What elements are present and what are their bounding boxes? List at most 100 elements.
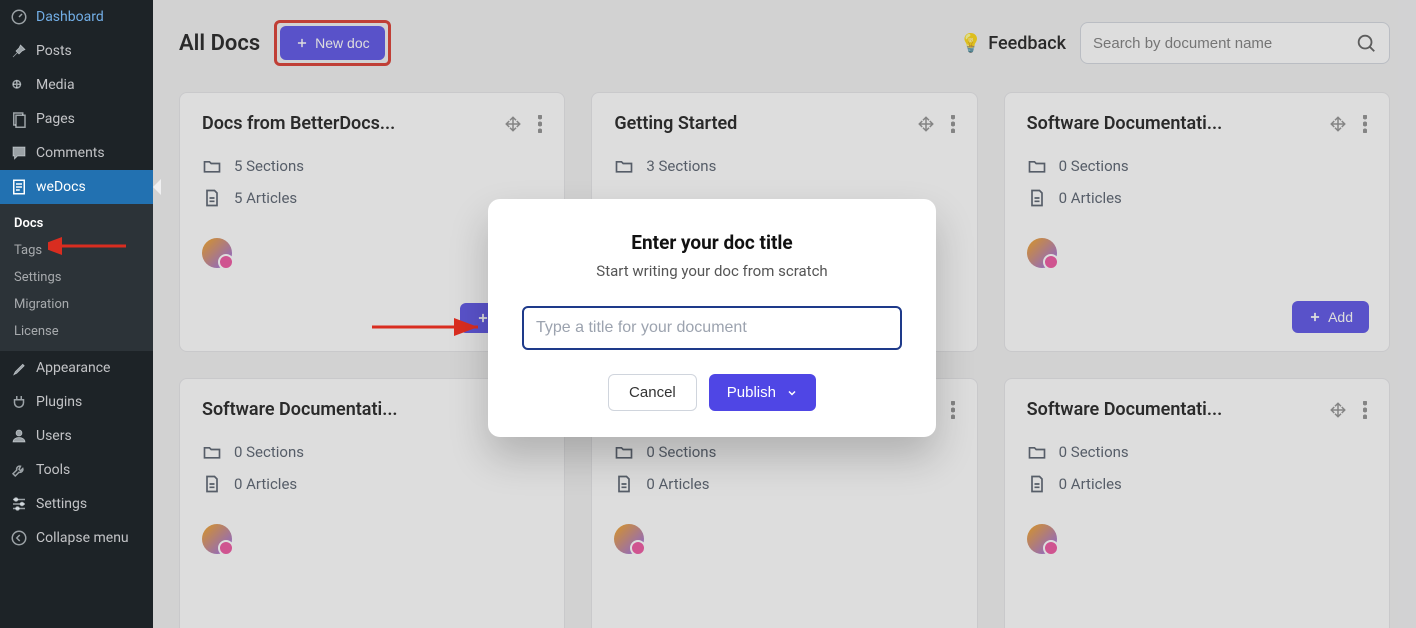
- nav-label: Pages: [36, 111, 75, 127]
- file-icon: [1027, 474, 1047, 494]
- folder-icon: [1027, 442, 1047, 462]
- nav-label: Posts: [36, 43, 72, 59]
- admin-sidebar: Dashboard Posts Media Pages Comments weD…: [0, 0, 153, 628]
- nav-label: Media: [36, 77, 75, 93]
- annotation-arrow: [370, 318, 485, 336]
- sub-license[interactable]: License: [0, 318, 153, 345]
- nav-collapse[interactable]: Collapse menu: [0, 521, 153, 555]
- new-doc-label: New doc: [315, 35, 369, 51]
- new-doc-button[interactable]: New doc: [280, 26, 384, 60]
- nav-plugins[interactable]: Plugins: [0, 385, 153, 419]
- nav-label: Plugins: [36, 394, 82, 410]
- annotation-arrow: [48, 237, 128, 255]
- avatar: [202, 524, 232, 554]
- new-doc-highlight: New doc: [274, 20, 390, 66]
- drag-icon[interactable]: [1329, 115, 1347, 133]
- sections-stat: 5 Sections: [202, 156, 542, 176]
- plus-icon: [295, 36, 309, 50]
- file-icon: [202, 474, 222, 494]
- feedback-link[interactable]: 💡 Feedback: [960, 33, 1066, 54]
- doc-title[interactable]: Getting Started: [614, 113, 737, 134]
- doc-title[interactable]: Software Documentati...: [1027, 113, 1223, 134]
- nav-label: weDocs: [36, 179, 86, 195]
- add-button[interactable]: Add: [1292, 301, 1369, 333]
- doc-card: Software Documentati... 0 Sections 0 Art…: [1004, 378, 1390, 628]
- nav-tools[interactable]: Tools: [0, 453, 153, 487]
- sections-stat: 0 Sections: [1027, 156, 1367, 176]
- sections-stat: 0 Sections: [202, 442, 542, 462]
- articles-stat: 0 Articles: [202, 474, 542, 494]
- publish-button[interactable]: Publish: [709, 374, 816, 411]
- dashboard-icon: [10, 8, 28, 26]
- cancel-button[interactable]: Cancel: [608, 374, 697, 411]
- search-icon: [1355, 32, 1377, 54]
- nav-label: Users: [36, 428, 72, 444]
- sections-stat: 0 Sections: [614, 442, 954, 462]
- doc-icon: [10, 178, 28, 196]
- submenu: Docs Tags Settings Migration License: [0, 204, 153, 351]
- nav-media[interactable]: Media: [0, 68, 153, 102]
- nav-pages[interactable]: Pages: [0, 102, 153, 136]
- sliders-icon: [10, 495, 28, 513]
- doc-title[interactable]: Software Documentati...: [202, 399, 398, 420]
- doc-title[interactable]: Software Documentati...: [1027, 399, 1223, 420]
- brush-icon: [10, 359, 28, 377]
- nav-label: Appearance: [36, 360, 110, 376]
- chevron-down-icon: [786, 387, 798, 399]
- media-icon: [10, 76, 28, 94]
- modal-title: Enter your doc title: [522, 231, 902, 254]
- more-icon[interactable]: [951, 401, 955, 419]
- pages-icon: [10, 110, 28, 128]
- nav-label: Dashboard: [36, 9, 104, 25]
- file-icon: [614, 474, 634, 494]
- nav-label: Comments: [36, 145, 105, 161]
- articles-stat: 0 Articles: [1027, 188, 1367, 208]
- plug-icon: [10, 393, 28, 411]
- more-icon[interactable]: [951, 115, 955, 133]
- doc-card: Software Documentati... 0 Sections 0 Art…: [1004, 92, 1390, 352]
- sub-docs[interactable]: Docs: [0, 210, 153, 237]
- wrench-icon: [10, 461, 28, 479]
- feedback-label: Feedback: [988, 33, 1066, 54]
- comment-icon: [10, 144, 28, 162]
- plus-icon: [1308, 310, 1322, 324]
- sub-settings[interactable]: Settings: [0, 264, 153, 291]
- nav-wedocs[interactable]: weDocs: [0, 170, 153, 204]
- folder-icon: [1027, 156, 1047, 176]
- more-icon[interactable]: [538, 115, 542, 133]
- drag-icon[interactable]: [917, 115, 935, 133]
- nav-label: Tools: [36, 462, 70, 478]
- folder-icon: [202, 442, 222, 462]
- file-icon: [202, 188, 222, 208]
- articles-stat: 0 Articles: [1027, 474, 1367, 494]
- sub-migration[interactable]: Migration: [0, 291, 153, 318]
- avatar: [1027, 524, 1057, 554]
- nav-users[interactable]: Users: [0, 419, 153, 453]
- nav-posts[interactable]: Posts: [0, 34, 153, 68]
- folder-icon: [614, 442, 634, 462]
- more-icon[interactable]: [1363, 115, 1367, 133]
- sections-stat: 3 Sections: [614, 156, 954, 176]
- nav-label: Settings: [36, 496, 87, 512]
- nav-appearance[interactable]: Appearance: [0, 351, 153, 385]
- file-icon: [1027, 188, 1047, 208]
- nav-dashboard[interactable]: Dashboard: [0, 0, 153, 34]
- more-icon[interactable]: [1363, 401, 1367, 419]
- doc-title-input[interactable]: [522, 306, 902, 350]
- search-input[interactable]: [1093, 35, 1355, 52]
- avatar: [1027, 238, 1057, 268]
- pin-icon: [10, 42, 28, 60]
- avatar: [202, 238, 232, 268]
- sections-stat: 0 Sections: [1027, 442, 1367, 462]
- drag-icon[interactable]: [1329, 401, 1347, 419]
- publish-label: Publish: [727, 384, 776, 401]
- modal-subtitle: Start writing your doc from scratch: [522, 262, 902, 280]
- user-icon: [10, 427, 28, 445]
- drag-icon[interactable]: [504, 115, 522, 133]
- search-box[interactable]: [1080, 22, 1390, 64]
- doc-title[interactable]: Docs from BetterDocs...: [202, 113, 395, 134]
- folder-icon: [202, 156, 222, 176]
- nav-comments[interactable]: Comments: [0, 136, 153, 170]
- collapse-icon: [10, 529, 28, 547]
- nav-settings[interactable]: Settings: [0, 487, 153, 521]
